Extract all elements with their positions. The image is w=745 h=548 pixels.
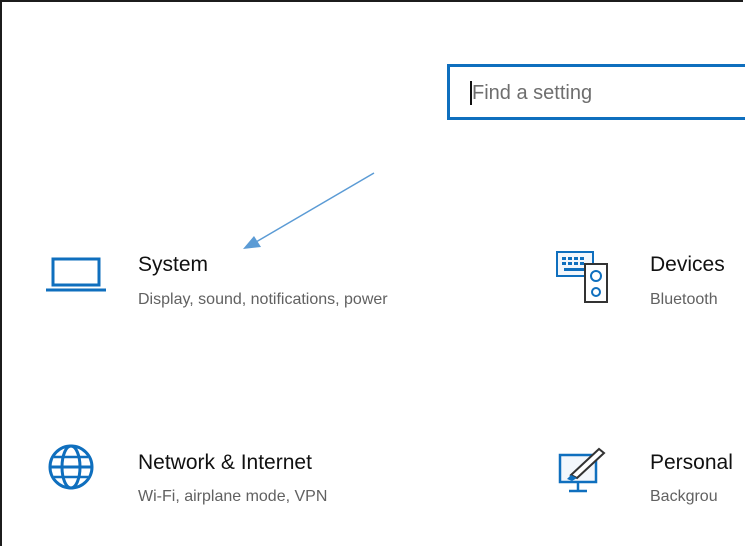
search-input[interactable]	[472, 76, 745, 110]
search-box[interactable]	[447, 64, 745, 120]
tile-personalization-title: Personal	[650, 451, 733, 474]
tile-system-description: Display, sound, notifications, power	[138, 291, 388, 308]
tile-personalization-description: Backgrou	[650, 488, 718, 505]
tile-network-title: Network & Internet	[138, 451, 312, 474]
tile-devices-title: Devices	[650, 253, 725, 276]
personalization-icon	[558, 447, 606, 493]
laptop-icon	[46, 257, 106, 292]
tile-network-description: Wi-Fi, airplane mode, VPN	[138, 488, 328, 505]
devices-icon	[556, 251, 608, 303]
annotation-arrow	[243, 172, 375, 249]
tile-devices-description: Bluetooth	[650, 291, 718, 308]
tile-system-title: System	[138, 253, 209, 276]
globe-icon	[48, 444, 94, 490]
